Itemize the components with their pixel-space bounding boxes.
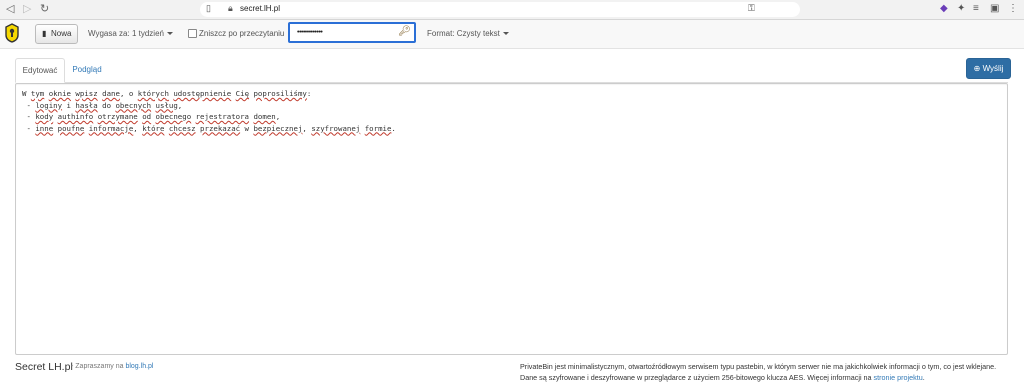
password-manager-icon[interactable]: 🔑︎: [398, 26, 411, 37]
bookmark-icon[interactable]: ▯: [206, 3, 211, 14]
format-label: Format: Czysty tekst: [427, 29, 500, 38]
tab-edit[interactable]: Edytować: [15, 58, 65, 83]
reload-icon[interactable]: ↻: [40, 2, 49, 16]
tab-search-icon[interactable]: ▣: [990, 3, 999, 15]
message-text: W tym oknie wpisz dane, o których udostę…: [22, 88, 396, 134]
send-button[interactable]: ⊕ Wyślij: [966, 58, 1011, 79]
footer-sub-prefix: - Zapraszamy na: [71, 363, 126, 370]
back-icon[interactable]: ◁: [6, 2, 14, 16]
browser-chrome: ◁ ▷ ↻ ▯ 🔒︎ secret.lH.pl ⚿ ◆ ✦ ≡ ▣ ⋮: [0, 0, 1024, 20]
burn-after-reading-label: Zniszcz po przeczytaniu: [199, 29, 285, 38]
chevron-down-icon: [502, 32, 509, 36]
expiration-dropdown[interactable]: Wygasa za: 1 tydzień: [88, 29, 173, 38]
footer-info: PrivateBin jest minimalistycznym, otwart…: [520, 361, 1010, 383]
expiration-label: Wygasa za: 1 tydzień: [88, 29, 164, 38]
chevron-down-icon: [166, 32, 173, 36]
send-label: Wyślij: [982, 64, 1004, 73]
footer-info-end: .: [922, 373, 925, 382]
reading-list-icon[interactable]: ≡: [973, 3, 979, 15]
message-line: - inne poufne informacje, które chcesz p…: [22, 123, 396, 133]
password-input[interactable]: ••••••••••••• 🔑︎: [288, 22, 416, 43]
extension-icon[interactable]: ◆: [940, 3, 948, 15]
key-icon[interactable]: ⚿: [748, 3, 755, 14]
message-line: - loginy i hasła do obecnych usług,: [22, 100, 183, 110]
new-paste-button[interactable]: ▮ Nowa: [35, 24, 78, 44]
message-line: W tym oknie wpisz dane, o których udostę…: [22, 89, 312, 98]
tab-preview[interactable]: Podgląd: [67, 58, 107, 81]
url-text: secret.lH.pl: [240, 4, 281, 13]
message-line: - kody authinfo otrzymane od obecnego re…: [22, 112, 281, 121]
upload-icon: ⊕: [973, 64, 981, 73]
app-toolbar: ▮ Nowa Wygasa za: 1 tydzień Zniszcz po p…: [0, 20, 1024, 49]
address-bar[interactable]: ▯ 🔒︎ secret.lH.pl ⚿: [200, 2, 800, 17]
file-icon: ▮: [42, 29, 47, 38]
lock-icon: 🔒︎: [228, 3, 233, 13]
blog-link[interactable]: blog.lh.pl: [125, 363, 153, 370]
menu-icon[interactable]: ⋮: [1008, 3, 1018, 15]
footer-subtitle: - Zapraszamy na blog.lh.pl: [71, 363, 154, 370]
format-dropdown[interactable]: Format: Czysty tekst: [427, 29, 509, 38]
footer-brand: Secret LH.pl: [15, 361, 73, 373]
burn-after-reading-checkbox[interactable]: [188, 29, 197, 38]
editor-tabs: Edytować Podgląd: [15, 58, 1008, 83]
footer-info-text: PrivateBin jest minimalistycznym, otwart…: [520, 362, 997, 382]
project-page-link[interactable]: stronie projektu: [874, 373, 923, 382]
puzzle-icon[interactable]: ✦: [957, 3, 965, 15]
privatebin-logo-icon[interactable]: [4, 23, 20, 43]
message-textarea[interactable]: W tym oknie wpisz dane, o których udostę…: [15, 83, 1008, 355]
password-value: •••••••••••••: [297, 29, 323, 36]
new-paste-label: Nowa: [51, 29, 72, 38]
forward-icon[interactable]: ▷: [23, 2, 31, 16]
